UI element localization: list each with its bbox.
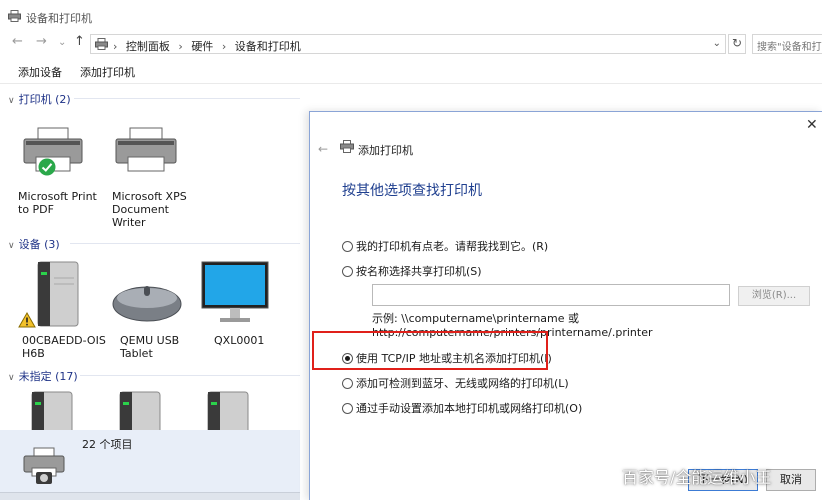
printer-label: Microsoft Print to PDF <box>18 190 106 216</box>
printer-item-print-to-pdf[interactable]: Microsoft Print to PDF <box>18 124 106 220</box>
add-printer-button[interactable]: 添加打印机 <box>80 64 135 80</box>
option-label: 我的打印机有点老。请帮我找到它。(R) <box>356 240 549 253</box>
device-label: QXL0001 <box>214 334 300 347</box>
option-label: 通过手动设置添加本地打印机或网络打印机(O) <box>356 402 583 415</box>
printer-name-input[interactable] <box>372 284 730 306</box>
label-line: 00CBAEDD-OIS <box>22 334 106 347</box>
group-header-printers[interactable]: ∨ 打印机 (2) <box>8 91 300 107</box>
breadcrumb-devices-and-printers[interactable]: 设备和打印机 <box>235 40 301 53</box>
radio-button[interactable] <box>342 378 353 389</box>
example-line: 示例: \\computername\printername 或 <box>372 312 580 325</box>
chevron-down-icon: ∨ <box>8 373 15 383</box>
radio-button[interactable] <box>342 403 353 414</box>
breadcrumb: › 控制面板 › 硬件 › 设备和打印机 <box>113 38 301 54</box>
chevron-down-icon: ∨ <box>8 96 15 106</box>
breadcrumb-hardware[interactable]: 硬件 <box>191 40 213 53</box>
forward-arrow-icon[interactable]: → <box>36 35 47 49</box>
cancel-button[interactable]: 取消 <box>766 469 816 491</box>
group-divider <box>80 375 300 376</box>
label-line: QEMU USB <box>120 334 180 347</box>
back-arrow-icon[interactable]: ← <box>318 142 328 156</box>
printer-icon <box>95 38 108 53</box>
label-line: Microsoft Print <box>18 190 97 203</box>
breadcrumb-separator-icon: › <box>221 40 227 53</box>
label-line: to PDF <box>18 203 54 216</box>
printer-label: Microsoft XPS Document Writer <box>112 190 200 229</box>
device-item-qemu-usb-tablet[interactable]: QEMU USB Tablet <box>110 256 198 360</box>
option-manual-local-network[interactable]: 通过手动设置添加本地打印机或网络打印机(O) <box>342 400 582 416</box>
label-line: Writer <box>112 216 146 229</box>
breadcrumb-separator-icon: › <box>113 40 118 53</box>
group-divider <box>70 243 300 244</box>
highlight-box <box>312 331 548 370</box>
refresh-button[interactable]: ↻ <box>728 34 746 54</box>
default-check-icon <box>38 158 56 176</box>
breadcrumb-control-panel[interactable]: 控制面板 <box>126 40 170 53</box>
option-label: 添加可检测到蓝牙、无线或网络的打印机(L) <box>356 377 569 390</box>
mouse-icon <box>112 286 182 322</box>
up-arrow-icon[interactable]: ↑ <box>74 35 85 49</box>
label-line: Tablet <box>120 347 153 360</box>
printer-item-xps-writer[interactable]: Microsoft XPS Document Writer <box>110 124 198 234</box>
printer-icon <box>8 10 21 25</box>
group-label: 打印机 (2) <box>18 93 71 106</box>
browse-button[interactable]: 浏览(R)... <box>738 286 810 306</box>
server-tower-icon[interactable] <box>206 390 256 430</box>
device-item-qxl0001[interactable]: QXL0001 <box>200 256 288 360</box>
chevron-down-icon[interactable]: ⌄ <box>58 36 66 50</box>
item-count: 22 个项目 <box>82 438 133 451</box>
radio-button[interactable] <box>342 266 353 277</box>
option-shared-printer-by-name[interactable]: 按名称选择共享打印机(S) <box>342 263 482 279</box>
label-line: Microsoft XPS <box>112 190 187 203</box>
details-pane: 22 个项目 <box>0 430 300 492</box>
option-old-printer[interactable]: 我的打印机有点老。请帮我找到它。(R) <box>342 238 548 254</box>
group-label: 设备 (3) <box>18 238 60 251</box>
monitor-icon <box>201 261 269 322</box>
label-line: H6B <box>22 347 45 360</box>
option-label: 按名称选择共享打印机(S) <box>356 265 482 278</box>
address-dropdown-icon[interactable]: ⌄ <box>713 38 721 49</box>
option-bluetooth-wireless-network[interactable]: 添加可检测到蓝牙、无线或网络的打印机(L) <box>342 375 569 391</box>
navigation-bar: ← → ⌄ ↑ › 控制面板 › 硬件 › 设备和打印机 ⌄ ↻ 搜索"设备和打… <box>0 32 822 54</box>
dialog-heading: 按其他选项查找打印机 <box>342 183 482 199</box>
radio-button[interactable] <box>342 241 353 252</box>
search-input[interactable]: 搜索"设备和打印机" <box>752 34 822 54</box>
address-bar[interactable]: › 控制面板 › 硬件 › 设备和打印机 ⌄ <box>90 34 726 54</box>
watermark-text: 百家号/全能运维小王 <box>622 468 772 487</box>
chevron-down-icon: ∨ <box>8 241 15 251</box>
group-divider <box>74 98 300 99</box>
group-header-unspecified[interactable]: ∨ 未指定 (17) <box>8 368 300 384</box>
device-label: QEMU USB Tablet <box>120 334 208 360</box>
window-title-bar: 设备和打印机 <box>0 0 822 32</box>
refresh-icon: ↻ <box>731 36 743 50</box>
devices-and-printers-icon <box>23 447 65 484</box>
group-label: 未指定 (17) <box>18 370 78 383</box>
command-bar: 添加设备 添加打印机 <box>0 56 822 84</box>
device-list: ∨ 打印机 (2) Microsoft Print to PDF Microsof… <box>0 84 300 430</box>
device-label: 00CBAEDD-OIS H6B <box>22 334 110 360</box>
close-icon[interactable]: ✕ <box>806 117 818 133</box>
device-item-00cbaedd[interactable]: 00CBAEDD-OIS H6B <box>18 256 106 360</box>
window-title: 设备和打印机 <box>26 12 92 25</box>
label-line: Document <box>112 203 169 216</box>
group-header-devices[interactable]: ∨ 设备 (3) <box>8 236 300 252</box>
breadcrumb-separator-icon: › <box>178 40 183 53</box>
printer-icon <box>340 140 354 156</box>
add-device-button[interactable]: 添加设备 <box>18 64 62 80</box>
bottom-strip <box>0 492 300 500</box>
server-tower-icon[interactable] <box>118 390 168 430</box>
server-tower-icon[interactable] <box>30 390 80 430</box>
label-line: QXL0001 <box>214 334 265 347</box>
back-arrow-icon[interactable]: ← <box>12 35 23 49</box>
printer-icon <box>115 127 177 172</box>
warning-icon <box>18 312 36 328</box>
add-printer-dialog: ✕ ← 添加打印机 按其他选项查找打印机 我的打印机有点老。请帮我找到它。(R)… <box>309 111 822 500</box>
dialog-title: 添加打印机 <box>358 144 413 157</box>
